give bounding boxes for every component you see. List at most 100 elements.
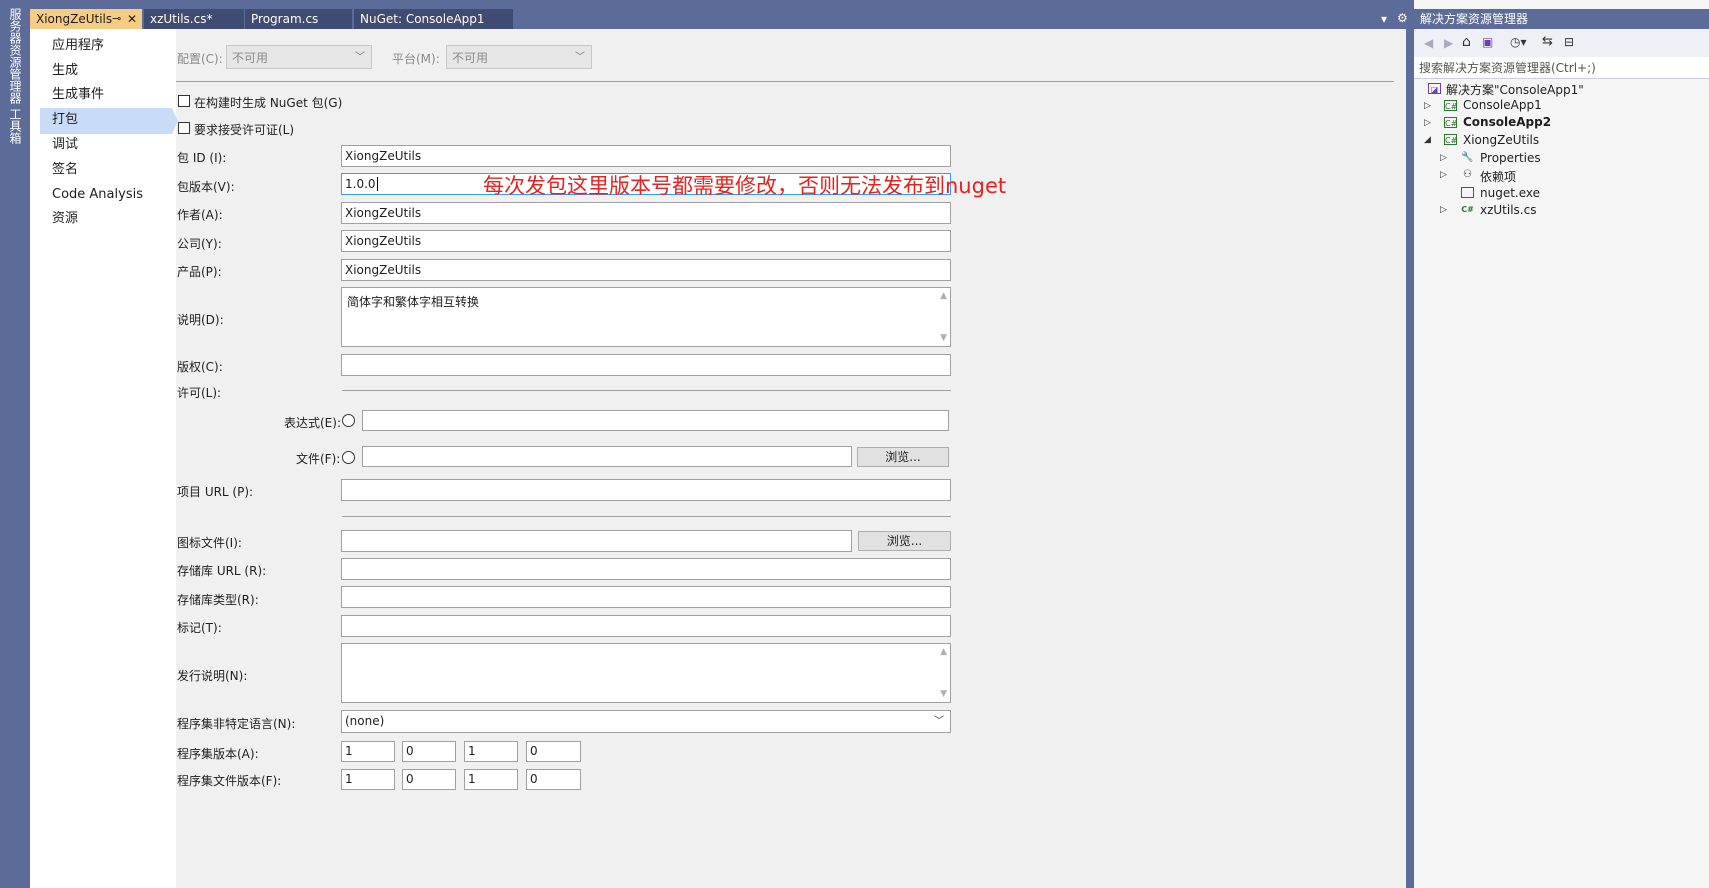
history-icon[interactable]: ◷▾ [1510, 35, 1527, 49]
file-version-major[interactable]: 1 [341, 769, 395, 790]
repo-type-label: 存储库类型(R): [177, 593, 259, 607]
expand-arrow-icon[interactable]: ▷ [1440, 153, 1447, 163]
assembly-version-revision[interactable]: 0 [526, 741, 581, 762]
solution-explorer-toolbar: ◀ ▶ ⌂ ▣ ◷▾ ⇆ ⊟ [1414, 29, 1709, 57]
description-area[interactable]: 简体字和繁体字相互转换 ▲ ▼ [341, 287, 951, 347]
copyright-field[interactable] [341, 354, 951, 376]
version-value: 1.0.0 [345, 177, 376, 191]
nav-item-signing[interactable]: 签名 [52, 159, 78, 181]
tree-consoleapp1[interactable]: ConsoleApp1 [1463, 98, 1542, 112]
forward-icon[interactable]: ▶ [1444, 36, 1453, 50]
solution-explorer [1414, 0, 1709, 888]
csharp-project-icon: C# [1444, 134, 1458, 145]
nav-item-build[interactable]: 生成 [52, 60, 78, 82]
assembly-version-major[interactable]: 1 [341, 741, 395, 762]
assembly-version-build[interactable]: 1 [464, 741, 518, 762]
generate-on-build-checkbox[interactable] [178, 95, 190, 107]
icon-field[interactable] [341, 530, 852, 552]
authors-field[interactable]: XiongZeUtils [341, 202, 951, 224]
toolbox-tab[interactable]: 工具箱 [7, 108, 24, 144]
solution-icon: ◪ [1428, 83, 1441, 94]
expression-field[interactable] [362, 410, 949, 431]
nav-item-package[interactable]: 打包 [52, 109, 78, 131]
divider [342, 390, 951, 391]
tree-xiongzeutils[interactable]: XiongZeUtils [1463, 133, 1539, 147]
repo-url-field[interactable] [341, 558, 951, 580]
neutral-language-value: (none) [345, 714, 385, 728]
tree-properties[interactable]: Properties [1480, 151, 1541, 165]
product-field[interactable]: XiongZeUtils [341, 259, 951, 281]
config-combo[interactable]: 不可用 ﹀ [226, 45, 372, 69]
tab-nuget-consoleapp1[interactable]: NuGet: ConsoleApp1 [354, 9, 513, 29]
file-version-build[interactable]: 1 [464, 769, 518, 790]
tags-field[interactable] [341, 615, 951, 637]
browse-license-button[interactable]: 浏览... [857, 447, 949, 467]
tab-xiongzeutils[interactable]: XiongZeUtils ⊸ ✕ [30, 9, 142, 29]
home-icon[interactable]: ⌂ [1462, 34, 1471, 50]
expression-radio[interactable] [342, 414, 355, 427]
neutral-language-label: 程序集非特定语言(N): [177, 717, 296, 731]
sync-icon[interactable]: ⇆ [1542, 34, 1553, 49]
properties-icon: 🔧 [1461, 152, 1474, 163]
file-version-revision[interactable]: 0 [526, 769, 581, 790]
nav-item-debug[interactable]: 调试 [52, 134, 78, 156]
tree-nuget-exe[interactable]: nuget.exe [1480, 186, 1540, 200]
platform-value: 不可用 [452, 51, 489, 65]
text-caret [376, 177, 378, 191]
platform-combo[interactable]: 不可用 ﹀ [446, 45, 592, 69]
require-license-checkbox[interactable] [178, 122, 190, 134]
platform-label: 平台(M): [392, 52, 440, 66]
file-radio[interactable] [342, 451, 355, 464]
assembly-version-minor[interactable]: 0 [402, 741, 456, 762]
expand-arrow-icon[interactable]: ▷ [1440, 205, 1447, 215]
scroll-down-icon[interactable]: ▼ [940, 333, 947, 343]
tab-program-cs[interactable]: Program.cs [245, 9, 352, 29]
gear-icon[interactable]: ⚙ [1397, 11, 1408, 25]
tree-dependencies[interactable]: 依赖项 [1480, 168, 1516, 185]
browse-icon-button[interactable]: 浏览... [858, 531, 951, 551]
collapse-icon[interactable]: ⊟ [1564, 35, 1574, 49]
tree-consoleapp2[interactable]: ConsoleApp2 [1463, 115, 1551, 129]
left-tool-strip: 服务器资源管理器 工具箱 [0, 0, 30, 888]
nav-item-application[interactable]: 应用程序 [52, 35, 104, 57]
expand-arrow-icon[interactable]: ▷ [1424, 118, 1431, 128]
collapse-arrow-icon[interactable]: ◢ [1424, 135, 1431, 145]
nav-item-code-analysis[interactable]: Code Analysis [52, 184, 143, 206]
panel-splitter[interactable] [1406, 29, 1414, 888]
server-explorer-tab[interactable]: 服务器资源管理器 [7, 8, 24, 104]
file-field[interactable] [362, 446, 852, 467]
csharp-project-icon: C# [1444, 117, 1458, 128]
csharp-file-icon: C# [1461, 205, 1474, 214]
close-icon[interactable]: ✕ [127, 9, 137, 29]
switch-views-icon[interactable]: ▣ [1482, 35, 1493, 49]
copyright-label: 版权(C): [177, 360, 223, 374]
pin-icon[interactable]: ⊸ [112, 9, 121, 29]
back-icon[interactable]: ◀ [1424, 36, 1433, 50]
company-label: 公司(Y): [177, 237, 222, 251]
expand-arrow-icon[interactable]: ▷ [1424, 101, 1431, 111]
file-version-minor[interactable]: 0 [402, 769, 456, 790]
divider [176, 81, 1394, 82]
expand-arrow-icon[interactable]: ▷ [1440, 170, 1447, 180]
file-version-label: 程序集文件版本(F): [177, 774, 282, 788]
solution-search-input[interactable]: 搜索解决方案资源管理器(Ctrl+;) [1414, 57, 1709, 79]
scroll-up-icon[interactable]: ▲ [940, 647, 947, 657]
neutral-language-combo[interactable]: (none) ﹀ [341, 710, 951, 733]
tab-dropdown-icon[interactable]: ▾ [1381, 12, 1387, 26]
file-icon [1461, 187, 1474, 198]
package-id-field[interactable]: XiongZeUtils [341, 145, 951, 167]
description-label: 说明(D): [177, 313, 224, 327]
solution-explorer-title: 解决方案资源管理器 [1414, 9, 1709, 29]
scroll-up-icon[interactable]: ▲ [940, 291, 947, 301]
scroll-down-icon[interactable]: ▼ [940, 689, 947, 699]
company-field[interactable]: XiongZeUtils [341, 230, 951, 252]
nav-item-resources[interactable]: 资源 [52, 208, 78, 230]
nav-item-build-events[interactable]: 生成事件 [52, 84, 104, 106]
tree-xzutils-cs[interactable]: xzUtils.cs [1480, 203, 1536, 217]
repo-type-field[interactable] [341, 586, 951, 608]
tree-solution[interactable]: 解决方案"ConsoleApp1" [1446, 81, 1584, 98]
release-notes-area[interactable]: ▲ ▼ [341, 643, 951, 703]
tab-xzutils-cs[interactable]: xzUtils.cs* [144, 9, 244, 29]
description-text: 简体字和繁体字相互转换 [347, 295, 480, 309]
project-url-field[interactable] [341, 479, 951, 501]
